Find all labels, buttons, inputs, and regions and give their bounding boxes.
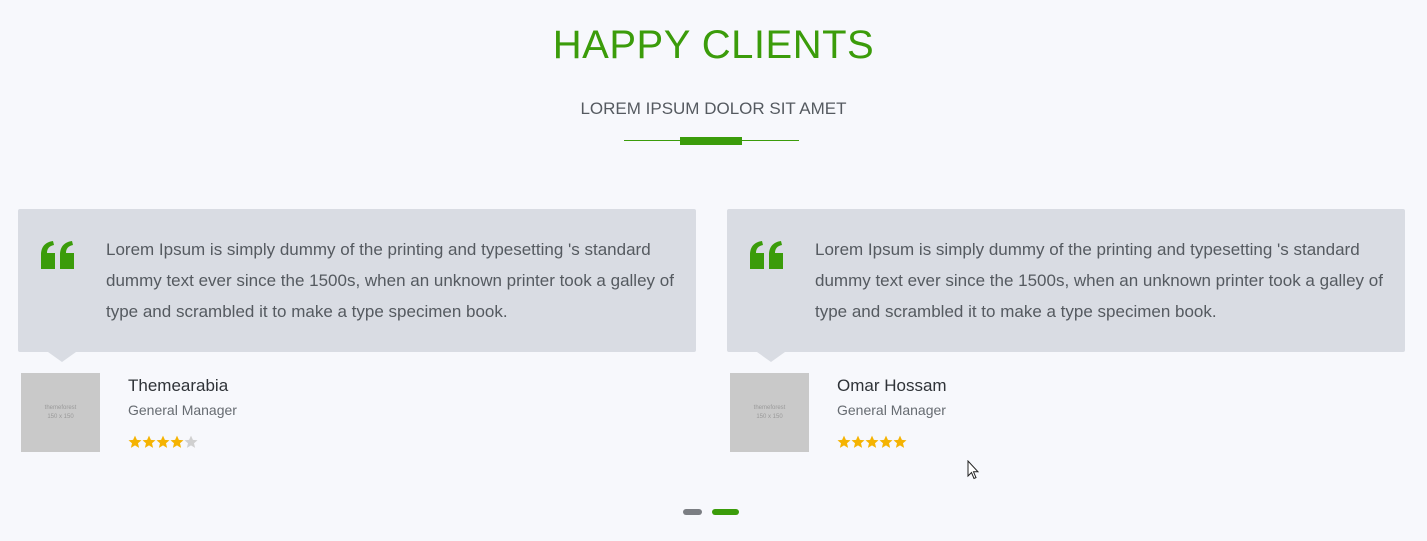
avatar: themeforest 150 x 150 — [21, 373, 100, 452]
testimonial-text: Lorem Ipsum is simply dummy of the print… — [815, 240, 1383, 321]
bubble-tail — [757, 352, 785, 362]
mouse-cursor-icon — [967, 460, 979, 480]
pagination-dot-1[interactable] — [683, 509, 702, 515]
carousel-pagination — [683, 509, 739, 515]
testimonial-text: Lorem Ipsum is simply dummy of the print… — [106, 240, 674, 321]
client-role: General Manager — [837, 402, 946, 418]
section-title: HAPPY CLIENTS — [552, 23, 875, 67]
pagination-dot-2[interactable] — [712, 509, 739, 515]
star-filled-icon — [893, 435, 907, 448]
client-name: Themearabia — [128, 376, 229, 395]
avatar-placeholder-size: 150 x 150 — [47, 413, 74, 420]
divider-bar — [680, 137, 742, 145]
avatar-placeholder-brand: themeforest — [44, 404, 77, 411]
testimonial-bubble: Lorem Ipsum is simply dummy of the print… — [18, 209, 696, 352]
star-filled-icon — [879, 435, 893, 448]
testimonial-card: Lorem Ipsum is simply dummy of the print… — [727, 209, 1405, 454]
testimonial-bubble: Lorem Ipsum is simply dummy of the print… — [727, 209, 1405, 352]
client-name: Omar Hossam — [837, 376, 947, 395]
star-filled-icon — [837, 435, 851, 448]
avatar-placeholder-size: 150 x 150 — [756, 413, 783, 420]
star-filled-icon — [851, 435, 865, 448]
star-rating — [128, 435, 198, 449]
star-filled-icon — [142, 435, 156, 448]
star-filled-icon — [156, 435, 170, 448]
star-filled-icon — [128, 435, 142, 448]
title-divider — [624, 136, 799, 146]
avatar: themeforest 150 x 150 — [730, 373, 809, 452]
star-filled-icon — [170, 435, 184, 448]
client-role: General Manager — [128, 402, 237, 418]
quote-icon — [41, 241, 74, 269]
star-filled-icon — [865, 435, 879, 448]
star-rating — [837, 435, 907, 449]
testimonial-card: Lorem Ipsum is simply dummy of the print… — [18, 209, 696, 454]
bubble-tail — [48, 352, 76, 362]
star-empty-icon — [184, 435, 198, 448]
quote-icon — [750, 241, 783, 269]
avatar-placeholder-brand: themeforest — [753, 404, 786, 411]
section-subtitle: LOREM IPSUM DOLOR SIT AMET — [580, 99, 847, 118]
